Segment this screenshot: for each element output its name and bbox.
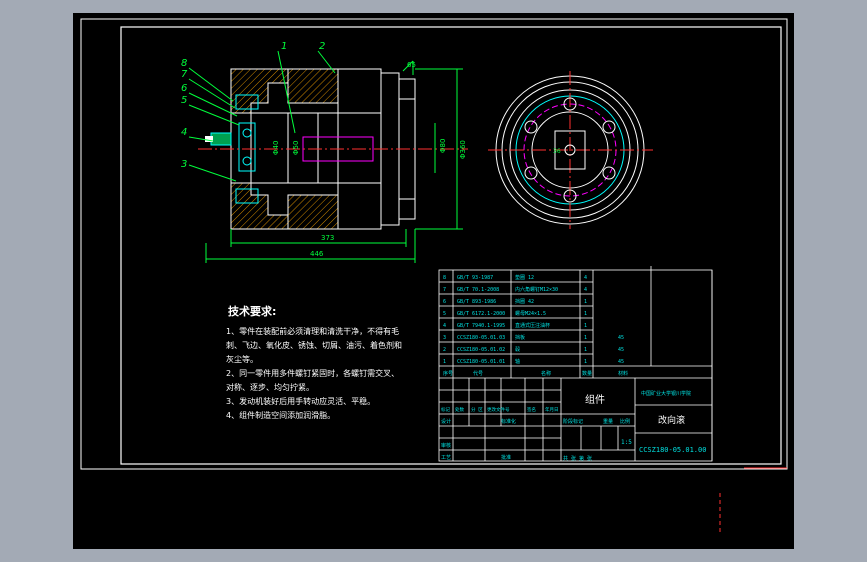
svg-text:GB/T 893-1986: GB/T 893-1986	[457, 299, 496, 305]
tech-line-5: 对称、逐步、均匀拧紧。	[226, 382, 314, 392]
bom-rows: 8 GB/T 93-1987 垫圈 12 4 7 GB/T 70.1-2008 …	[443, 274, 628, 377]
drawing-frame	[120, 26, 782, 465]
svg-text:CCSZ180-05.01.03: CCSZ180-05.01.03	[457, 335, 505, 341]
svg-text:挡圈 42: 挡圈 42	[515, 298, 534, 305]
svg-text:材料: 材料	[618, 370, 628, 377]
balloon-6: 6	[181, 83, 187, 94]
school-name: 中国矿业大学银川学院	[641, 390, 691, 397]
svg-text:GB/T 70.1-2008: GB/T 70.1-2008	[457, 287, 499, 293]
svg-text:序号: 序号	[443, 370, 453, 377]
svg-text:45: 45	[618, 335, 624, 341]
svg-text:8: 8	[443, 275, 446, 281]
side-view-dim: 36	[553, 148, 561, 155]
balloon-1: 1	[281, 41, 287, 52]
dim-len-inner: 373	[321, 234, 334, 242]
svg-text:CCSZ180-05.01.01: CCSZ180-05.01.01	[457, 359, 505, 365]
tech-line-1: 1、零件在装配前必须清理和清洗干净，不得有毛	[226, 326, 399, 336]
svg-text:垫圈 12: 垫圈 12	[515, 274, 534, 281]
svg-text:螺母M24×1.5: 螺母M24×1.5	[515, 310, 546, 317]
dim-bearing-text: Φ40	[272, 141, 280, 155]
svg-text:数量: 数量	[582, 370, 592, 377]
drawing-title: 改向滚	[658, 414, 685, 426]
tech-line-2: 刺、飞边、氧化皮、锈蚀、切屑、油污、着色剂和	[226, 340, 402, 350]
svg-text:1: 1	[584, 359, 587, 365]
svg-text:1: 1	[584, 299, 587, 305]
svg-text:毂: 毂	[515, 346, 520, 353]
assembly-name: 组件	[585, 393, 605, 406]
svg-text:45: 45	[618, 347, 624, 353]
svg-text:GB/T 93-1987: GB/T 93-1987	[457, 275, 493, 281]
front-section-view: Φ40 Φ50	[198, 68, 468, 230]
svg-text:更改文件号: 更改文件号	[487, 406, 510, 413]
dim-shaft-text: Φ50	[292, 141, 300, 155]
svg-text:轴: 轴	[515, 358, 520, 365]
svg-text:工艺: 工艺	[441, 455, 451, 461]
svg-text:直通式压注油杯: 直通式压注油杯	[515, 322, 550, 329]
svg-text:6: 6	[443, 299, 446, 305]
sheet-info: 共 张 第 张	[563, 455, 592, 462]
svg-text:CCSZ180-05.01.02: CCSZ180-05.01.02	[457, 347, 505, 353]
svg-text:设计: 设计	[441, 418, 451, 425]
svg-text:代号: 代号	[473, 370, 483, 377]
svg-text:处数: 处数	[455, 406, 464, 413]
cad-viewport[interactable]: Φ40 Φ50 373 446 65 Φ80 Φ360 1 2 3 4 5 6 …	[73, 13, 794, 549]
svg-text:标记: 标记	[441, 406, 450, 413]
tech-line-3: 灰尘等。	[226, 354, 258, 364]
svg-text:4: 4	[584, 287, 587, 293]
svg-text:签名: 签名	[527, 406, 536, 413]
dim-top: 65	[407, 61, 416, 69]
scale-label: 比例	[620, 418, 630, 425]
svg-text:3: 3	[443, 335, 446, 341]
svg-text:年月日: 年月日	[545, 406, 559, 413]
svg-text:GB/T 6172.1-2000: GB/T 6172.1-2000	[457, 311, 505, 317]
scale: 1:5	[621, 439, 632, 446]
balloon-5: 5	[181, 95, 187, 106]
tech-line-4: 2、同一零件用多件螺钉紧固时，各螺钉需交叉、	[226, 368, 399, 378]
dim-small: Φ80	[439, 139, 447, 153]
balloon-4: 4	[181, 127, 187, 138]
svg-text:7: 7	[443, 287, 446, 293]
svg-text:1: 1	[584, 311, 587, 317]
svg-text:1: 1	[584, 335, 587, 341]
balloon-7: 7	[181, 69, 188, 80]
svg-text:内六角螺钉M12×30: 内六角螺钉M12×30	[515, 286, 558, 293]
stage-label: 阶段标记	[563, 418, 583, 425]
svg-text:1: 1	[584, 347, 587, 353]
tech-line-6: 3、发动机装好后用手转动应灵活、平稳。	[226, 396, 375, 406]
svg-text:GB/T 7940.1-1995: GB/T 7940.1-1995	[457, 323, 505, 329]
balloon-3: 3	[181, 159, 187, 170]
svg-text:挡板: 挡板	[515, 334, 525, 341]
tech-line-7: 4、组件制造空间添加润滑脂。	[226, 410, 335, 420]
svg-text:5: 5	[443, 311, 446, 317]
side-view	[488, 71, 653, 229]
balloon-8: 8	[181, 58, 187, 69]
weight-label: 重量	[603, 418, 613, 425]
drawing-number: CCSZ180-05.01.00	[639, 446, 706, 454]
svg-text:4: 4	[584, 275, 587, 281]
tech-requirements: 技术要求: 1、零件在装配前必须清理和清洗干净，不得有毛 刺、飞边、氧化皮、锈蚀…	[226, 304, 402, 420]
svg-text:批准: 批准	[501, 454, 511, 461]
svg-text:4: 4	[443, 323, 446, 329]
svg-text:1: 1	[443, 359, 446, 365]
svg-text:2: 2	[443, 347, 446, 353]
balloon-2: 2	[319, 41, 325, 52]
dim-large: Φ360	[459, 140, 467, 159]
dim-len-total: 446	[310, 250, 324, 258]
svg-text:分 区: 分 区	[471, 406, 483, 413]
drawing-canvas: Φ40 Φ50 373 446 65 Φ80 Φ360 1 2 3 4 5 6 …	[80, 18, 788, 533]
svg-text:标准化: 标准化	[501, 418, 516, 425]
tech-title: 技术要求:	[228, 304, 276, 318]
svg-text:1: 1	[584, 323, 587, 329]
svg-text:45: 45	[618, 359, 624, 365]
svg-text:审核: 审核	[441, 442, 451, 449]
svg-text:名称: 名称	[541, 370, 551, 377]
